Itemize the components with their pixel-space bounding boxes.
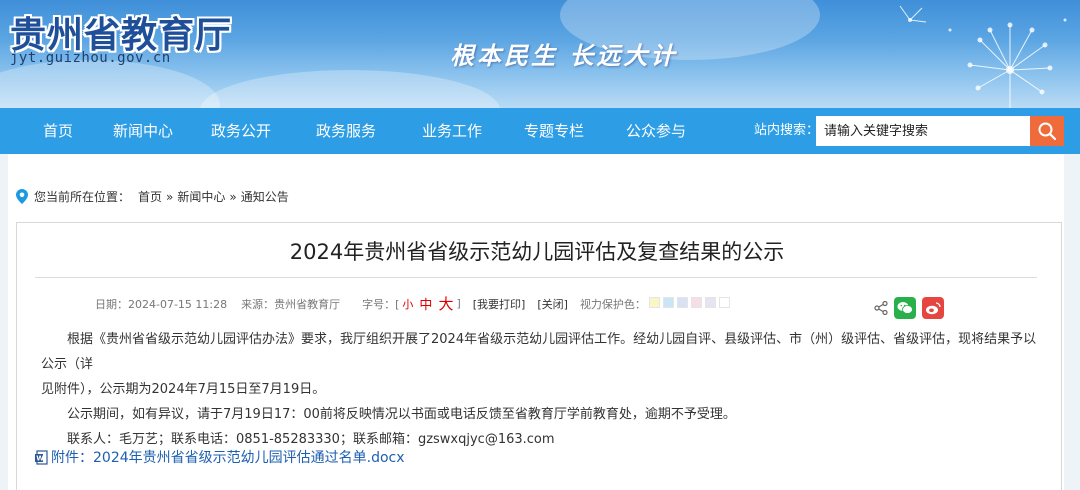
font-size-close: ] [456, 297, 461, 310]
breadcrumb-item-news[interactable]: 新闻中心 [177, 188, 225, 205]
nav-item-participation[interactable]: 公众参与 [626, 108, 686, 154]
article-body: 根据《贵州省省级示范幼儿园评估办法》要求，我厅组织开展了2024年省级示范幼儿园… [41, 327, 1041, 452]
search-icon [1038, 122, 1057, 141]
main-nav: 首页 新闻中心 政务公开 政务服务 业务工作 专题专栏 公众参与 站内搜索： [0, 108, 1080, 154]
wechat-share-button[interactable] [894, 297, 916, 319]
site-url: jyt.guizhou.gov.cn [10, 50, 171, 66]
font-size-large[interactable]: 大 [438, 293, 453, 314]
wechat-icon [897, 302, 913, 314]
article-paragraph: 见附件），公示期为2024年7月15日至7月19日。 [41, 382, 326, 397]
search-input[interactable] [816, 116, 1030, 146]
font-size-small[interactable]: 小 [402, 296, 413, 312]
nav-item-news[interactable]: 新闻中心 [113, 108, 173, 154]
eye-care-swatch[interactable] [690, 296, 702, 308]
breadcrumb-item-home[interactable]: 首页 [138, 188, 162, 205]
article-meta: 日期：2024-07-15 11:28 来源：贵州省教育厅 字号：[ 小 中 大… [95, 293, 730, 314]
main-panel: 您当前所在位置： 首页 » 新闻中心 » 通知公告 2024年贵州省省级示范幼儿… [8, 154, 1064, 490]
font-size-medium[interactable]: 中 [419, 294, 432, 313]
eye-care-label: 视力保护色： [579, 297, 646, 311]
article-paragraph: 公示期间，如有异议，请于7月19日17：00前将反映情况以书面或电话反馈至省教育… [67, 407, 736, 422]
eye-care-swatches [646, 296, 730, 311]
print-link[interactable]: [我要打印] [473, 296, 526, 312]
article-container: 2024年贵州省省级示范幼儿园评估及复查结果的公示 日期：2024-07-15 … [16, 222, 1062, 490]
nav-item-gov-services[interactable]: 政务服务 [316, 108, 376, 154]
breadcrumb-separator: » [229, 189, 237, 204]
cloud-decoration [200, 70, 500, 108]
eye-care-swatch[interactable] [648, 296, 660, 308]
nav-item-business[interactable]: 业务工作 [422, 108, 482, 154]
breadcrumb: 您当前所在位置： 首页 » 新闻中心 » 通知公告 [16, 188, 289, 205]
close-link[interactable]: [关闭] [537, 296, 568, 312]
breadcrumb-item-notices[interactable]: 通知公告 [241, 188, 289, 205]
article-date: 日期：2024-07-15 11:28 [95, 297, 228, 311]
eye-care-swatch[interactable] [662, 296, 674, 308]
weibo-icon [926, 302, 941, 315]
dandelion-illustration [899, 5, 1067, 108]
document-icon: W [35, 449, 48, 465]
cloud-decoration [0, 60, 220, 108]
attachment-link[interactable]: W 附件：2024年贵州省省级示范幼儿园评估通过名单.docx [35, 447, 405, 467]
eye-care-swatch[interactable] [704, 296, 716, 308]
nav-item-topics[interactable]: 专题专栏 [524, 108, 584, 154]
article-title: 2024年贵州省省级示范幼儿园评估及复查结果的公示 [289, 240, 785, 264]
site-slogan: 根本民生 长远大计 [450, 41, 678, 70]
breadcrumb-separator: » [166, 189, 174, 204]
font-size-label: 字号：[ [362, 297, 400, 311]
breadcrumb-prefix: 您当前所在位置： [34, 190, 131, 204]
search-label: 站内搜索： [754, 123, 820, 138]
location-pin-icon [16, 189, 28, 204]
article-paragraph: 根据《贵州省省级示范幼儿园评估办法》要求，我厅组织开展了2024年省级示范幼儿园… [41, 332, 1037, 372]
title-divider [35, 277, 1037, 278]
share-icon[interactable] [874, 301, 888, 315]
nav-item-home[interactable]: 首页 [43, 108, 73, 154]
svg-text:W: W [36, 454, 44, 462]
site-banner: 贵州省教育厅 jyt.guizhou.gov.cn 根本民生 长远大计 [0, 0, 1080, 108]
article-source: 来源：贵州省教育厅 [241, 297, 341, 311]
eye-care-swatch[interactable] [718, 296, 730, 308]
weibo-share-button[interactable] [922, 297, 944, 319]
attachment-label[interactable]: 附件：2024年贵州省省级示范幼儿园评估通过名单.docx [51, 447, 405, 467]
eye-care-swatch[interactable] [676, 296, 688, 308]
share-bar [874, 297, 944, 319]
search-button[interactable] [1030, 116, 1064, 146]
nav-item-gov-affairs[interactable]: 政务公开 [211, 108, 271, 154]
